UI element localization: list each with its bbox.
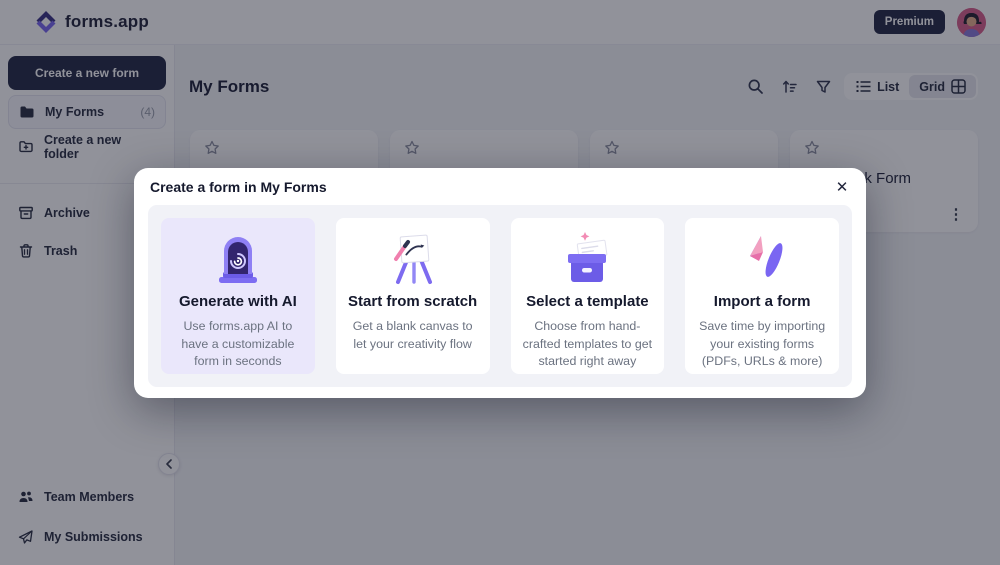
modal-close-button[interactable]: ✕ <box>832 177 852 197</box>
option-start-from-scratch[interactable]: Start from scratch Get a blank canvas to… <box>336 218 490 374</box>
modal-options-panel: Generate with AI Use forms.app AI to hav… <box>148 205 852 387</box>
option-title: Import a form <box>697 293 827 310</box>
easel-icon <box>381 230 445 286</box>
create-form-modal: Create a form in My Forms ✕ Generate wit… <box>134 168 866 398</box>
option-import-form[interactable]: Import a form Save time by importing you… <box>685 218 839 374</box>
option-title: Generate with AI <box>173 293 303 310</box>
modal-title: Create a form in My Forms <box>150 179 327 195</box>
option-generate-with-ai[interactable]: Generate with AI Use forms.app AI to hav… <box>161 218 315 374</box>
ai-portal-icon <box>206 230 270 286</box>
import-pen-icon <box>730 230 794 286</box>
template-box-icon <box>555 230 619 286</box>
option-description: Get a blank canvas to let your creativit… <box>348 318 478 353</box>
option-select-template[interactable]: Select a template Choose from hand-craft… <box>511 218 665 374</box>
option-title: Start from scratch <box>348 293 478 310</box>
option-description: Choose from hand-crafted templates to ge… <box>523 318 653 371</box>
option-description: Save time by importing your existing for… <box>697 318 827 371</box>
option-title: Select a template <box>523 293 653 310</box>
option-description: Use forms.app AI to have a customizable … <box>173 318 303 371</box>
